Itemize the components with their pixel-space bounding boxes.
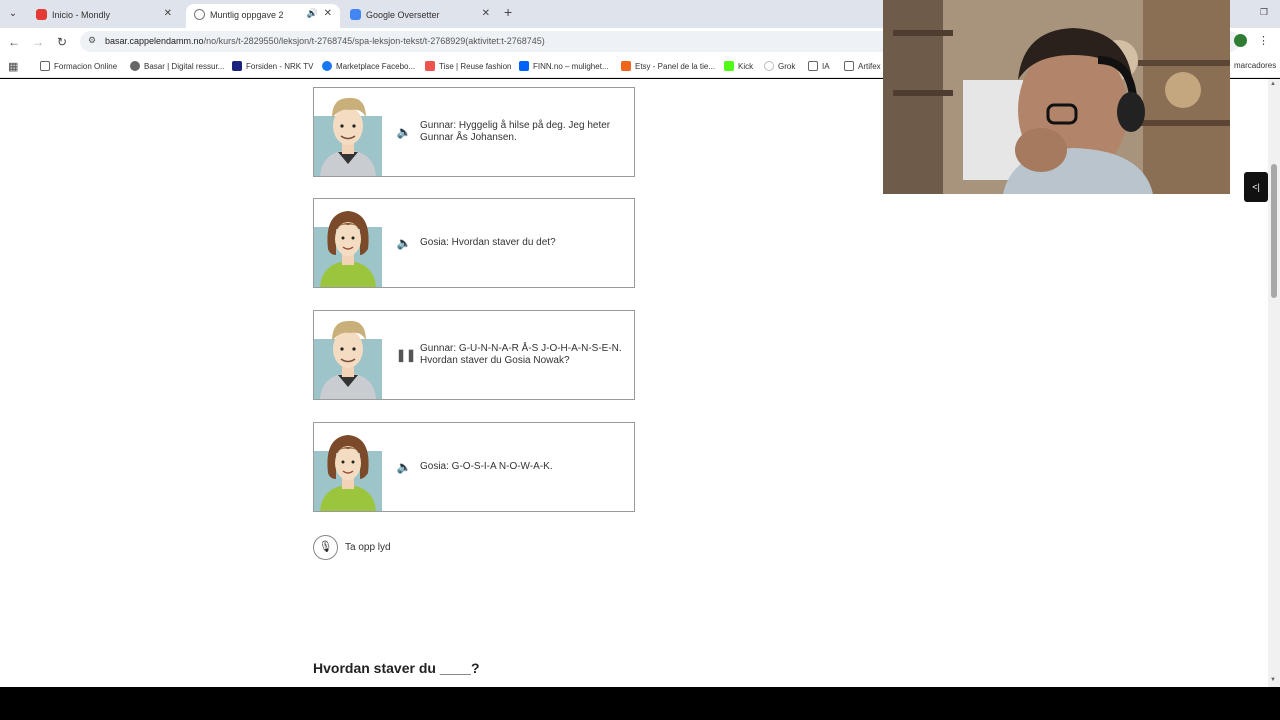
avatar-gunnar <box>314 311 382 399</box>
extension-icon[interactable] <box>1234 34 1247 47</box>
avatar-gunnar <box>314 88 382 176</box>
record-label[interactable]: Ta opp lyd <box>345 542 391 553</box>
globe-favicon-icon <box>194 9 205 20</box>
mondly-favicon-icon <box>36 9 47 20</box>
tab-title: Inicio - Mondly <box>52 10 111 20</box>
tab-muntlig-oppgave[interactable]: Muntlig oppgave 2 🔊 ✕ <box>186 4 340 28</box>
site-info-icon[interactable]: ⚙ <box>88 35 96 46</box>
dialogue-card: 🔈 Gosia: G-O-S-I-A N-O-W-A-K. <box>313 422 635 512</box>
basar-favicon-icon <box>130 61 140 71</box>
bookmark-item[interactable]: IA <box>808 61 830 71</box>
bookmark-item[interactable]: Etsy - Panel de la tie... <box>621 61 715 71</box>
bookmark-item[interactable]: Artifex <box>844 61 881 71</box>
tab-title: Muntlig oppgave 2 <box>210 10 284 20</box>
tab-google-oversetter[interactable]: Google Oversetter ✕ <box>342 4 498 28</box>
other-bookmarks[interactable]: marcadores <box>1234 61 1276 70</box>
google-translate-favicon-icon <box>350 9 361 20</box>
dialogue-card: 🔈 Gunnar: Hyggelig å hilse på deg. Jeg h… <box>313 87 635 177</box>
tab-search-chevron-icon[interactable]: ⌄ <box>4 5 22 23</box>
etsy-favicon-icon <box>621 61 631 71</box>
dialogue-card: 🔈 Gosia: Hvordan staver du det? <box>313 198 635 288</box>
facebook-favicon-icon <box>322 61 332 71</box>
tab-title: Google Oversetter <box>366 10 440 20</box>
tab-audio-speaker-icon[interactable]: 🔊 <box>307 8 318 19</box>
folder-icon <box>844 61 854 71</box>
bookmark-item[interactable]: Kick <box>724 61 753 71</box>
page-scrollbar[interactable]: ▲ ▼ <box>1268 79 1280 687</box>
apps-grid-icon[interactable]: ▦ <box>8 60 18 73</box>
forward-arrow-icon[interactable]: → <box>30 34 46 50</box>
collapse-panel-icon[interactable]: <| <box>1244 172 1268 202</box>
dialogue-card: ❚❚ Gunnar: G-U-N-N-A-R Å-S J-O-H-A-N-S-E… <box>313 310 635 400</box>
avatar-gosia <box>314 423 382 511</box>
bookmark-item[interactable]: Basar | Digital ressur... <box>130 61 224 71</box>
close-tab-icon[interactable]: ✕ <box>482 8 490 19</box>
screen-bottom-bar <box>0 687 1280 720</box>
bookmark-item[interactable]: Marketplace Facebo... <box>322 61 415 71</box>
tise-favicon-icon <box>425 61 435 71</box>
bookmark-item[interactable]: Grok <box>764 61 795 71</box>
url-text: basar.cappelendamm.no/no/kurs/t-2829550/… <box>105 36 545 46</box>
speaker-icon[interactable]: 🔈 <box>396 459 412 475</box>
scroll-up-icon[interactable]: ▲ <box>1270 81 1276 87</box>
kick-favicon-icon <box>724 61 734 71</box>
scrollbar-thumb[interactable] <box>1271 164 1277 298</box>
webcam-overlay <box>883 0 1230 194</box>
folder-icon <box>40 61 50 71</box>
dialogue-line: Gunnar: G-U-N-N-A-R Å-S J-O-H-A-N-S-E-N.… <box>420 343 622 366</box>
dialogue-line: Gosia: Hvordan staver du det? <box>420 237 556 248</box>
window-restore-icon[interactable]: ❐ <box>1260 7 1268 18</box>
grok-favicon-icon <box>764 61 774 71</box>
speaker-icon[interactable]: 🔈 <box>396 124 412 140</box>
question-heading: Hvordan staver du ____? <box>313 660 480 676</box>
dialogue-line: Gunnar: Hyggelig å hilse på deg. Jeg het… <box>420 120 611 143</box>
bookmark-item[interactable]: Tise | Reuse fashion <box>425 61 511 71</box>
back-arrow-icon[interactable]: ← <box>6 34 22 50</box>
avatar-gosia <box>314 199 382 287</box>
reload-icon[interactable]: ↻ <box>54 34 70 50</box>
microphone-icon[interactable]: 🎙 <box>313 535 338 560</box>
close-tab-icon[interactable]: ✕ <box>324 8 332 19</box>
bookmark-item[interactable]: Forsiden - NRK TV <box>232 61 313 71</box>
tab-mondly[interactable]: Inicio - Mondly ✕ <box>28 4 180 28</box>
new-tab-plus-icon[interactable]: + <box>504 4 512 20</box>
nrk-favicon-icon <box>232 61 242 71</box>
finn-favicon-icon <box>519 61 529 71</box>
folder-icon <box>808 61 818 71</box>
pause-icon[interactable]: ❚❚ <box>396 347 416 363</box>
close-tab-icon[interactable]: ✕ <box>164 8 172 19</box>
scroll-down-icon[interactable]: ▼ <box>1270 677 1276 683</box>
speaker-icon[interactable]: 🔈 <box>396 235 412 251</box>
browser-menu-icon[interactable]: ⋮ <box>1258 34 1269 47</box>
dialogue-line: Gosia: G-O-S-I-A N-O-W-A-K. <box>420 461 553 472</box>
bookmark-item[interactable]: FINN.no – mulighet... <box>519 61 609 71</box>
bookmark-item[interactable]: Formacion Online <box>40 61 117 71</box>
